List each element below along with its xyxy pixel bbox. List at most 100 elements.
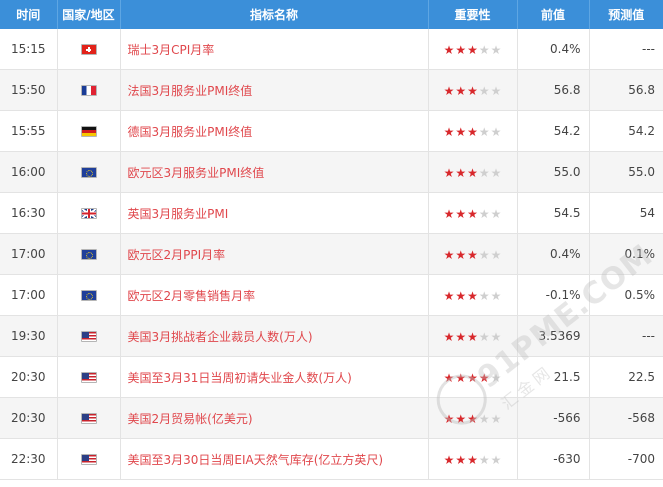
row-importance: ★ ★ ★ ★ ★: [428, 356, 518, 398]
row-forecast: 54: [589, 192, 663, 234]
star-icon: ★: [467, 83, 478, 98]
row-importance: ★ ★ ★ ★ ★: [428, 110, 518, 152]
row-event[interactable]: 法国3月服务业PMI终值: [120, 69, 429, 111]
row-previous: -630: [517, 438, 590, 480]
row-country: [57, 274, 121, 316]
star-icon: ★: [490, 411, 502, 426]
row-time: 20:30: [0, 397, 58, 439]
star-icon: ★: [455, 247, 467, 262]
row-event[interactable]: 欧元区2月零售销售月率: [120, 274, 429, 316]
star-icon: ★: [443, 124, 455, 139]
row-time: 19:30: [0, 315, 58, 357]
row-importance: ★ ★ ★ ★ ★: [428, 274, 518, 316]
star-icon: ★: [478, 370, 490, 385]
importance-stars: ★ ★ ★ ★ ★: [444, 331, 502, 343]
row-forecast: -700: [589, 438, 663, 480]
france-flag-icon: [80, 85, 97, 96]
row-time: 15:50: [0, 69, 58, 111]
row-previous: 56.8: [517, 69, 590, 111]
star-icon: ★: [490, 329, 502, 344]
star-icon: ★: [467, 124, 478, 139]
row-importance: ★ ★ ★ ★ ★: [428, 397, 518, 439]
eurozone-flag-icon: [80, 167, 97, 178]
star-icon: ★: [490, 206, 502, 221]
header-importance: 重要性: [428, 0, 518, 29]
row-previous: 21.5: [517, 356, 590, 398]
row-forecast: 55.0: [589, 151, 663, 193]
row-event[interactable]: 瑞士3月CPI月率: [120, 29, 429, 70]
row-previous: 54.2: [517, 110, 590, 152]
row-importance: ★ ★ ★ ★ ★: [428, 438, 518, 480]
row-forecast: 0.5%: [589, 274, 663, 316]
row-country: [57, 69, 121, 111]
star-icon: ★: [467, 288, 478, 303]
row-event[interactable]: 欧元区2月PPI月率: [120, 233, 429, 275]
row-time: 22:30: [0, 438, 58, 480]
importance-stars: ★ ★ ★ ★ ★: [444, 167, 502, 179]
table-row: 17:00 欧元区2月零售销售月率 ★ ★ ★ ★ ★ -0.1% 0.5%: [0, 274, 663, 316]
row-country: [57, 110, 121, 152]
row-event[interactable]: 英国3月服务业PMI: [120, 192, 429, 234]
row-time: 20:30: [0, 356, 58, 398]
star-icon: ★: [443, 411, 455, 426]
row-time: 16:30: [0, 192, 58, 234]
star-icon: ★: [490, 124, 502, 139]
star-icon: ★: [467, 247, 478, 262]
table-row: 15:15 瑞士3月CPI月率 ★ ★ ★ ★ ★ 0.4% ---: [0, 29, 663, 70]
table-row: 19:30 美国3月挑战者企业裁员人数(万人) ★ ★ ★ ★ ★ 3.5369 ---: [0, 315, 663, 357]
star-icon: ★: [467, 206, 478, 221]
row-forecast: ---: [589, 29, 663, 70]
star-icon: ★: [443, 206, 455, 221]
table-row: 16:00 欧元区3月服务业PMI终值 ★ ★ ★ ★ ★ 55.0 55.0: [0, 151, 663, 193]
row-event[interactable]: 美国至3月30日当周EIA天然气库存(亿立方英尺): [120, 438, 429, 480]
row-importance: ★ ★ ★ ★ ★: [428, 192, 518, 234]
row-forecast: 54.2: [589, 110, 663, 152]
header-event: 指标名称: [120, 0, 429, 29]
star-icon: ★: [443, 42, 455, 57]
row-country: [57, 397, 121, 439]
table-row: 22:30 美国至3月30日当周EIA天然气库存(亿立方英尺) ★ ★ ★ ★ ★ -630-…: [0, 438, 663, 480]
star-icon: ★: [490, 165, 502, 180]
table-row: 20:30 美国2月贸易帐(亿美元) ★ ★ ★ ★ ★ -566 -568: [0, 397, 663, 439]
star-icon: ★: [490, 288, 502, 303]
star-icon: ★: [455, 370, 467, 385]
star-icon: ★: [478, 247, 490, 262]
row-importance: ★ ★ ★ ★ ★: [428, 233, 518, 275]
row-event[interactable]: 美国至3月31日当周初请失业金人数(万人): [120, 356, 429, 398]
row-time: 15:15: [0, 29, 58, 70]
header-row: 时间 国家/地区 指标名称 重要性 前值 预测值: [0, 0, 663, 29]
row-forecast: 0.1%: [589, 233, 663, 275]
row-importance: ★ ★ ★ ★ ★: [428, 151, 518, 193]
star-icon: ★: [478, 124, 490, 139]
row-event[interactable]: 美国2月贸易帐(亿美元): [120, 397, 429, 439]
star-icon: ★: [443, 329, 455, 344]
star-icon: ★: [443, 452, 455, 467]
star-icon: ★: [467, 370, 478, 385]
star-icon: ★: [478, 42, 490, 57]
economic-calendar: 时间 国家/地区 指标名称 重要性 前值 预测值 15:15 瑞士3月CPI月率 ★…: [0, 0, 663, 485]
star-icon: ★: [443, 165, 455, 180]
star-icon: ★: [478, 288, 490, 303]
row-event[interactable]: 欧元区3月服务业PMI终值: [120, 151, 429, 193]
row-previous: 3.5369: [517, 315, 590, 357]
header-forecast: 预测值: [589, 0, 663, 29]
table-row: 15:50 法国3月服务业PMI终值 ★ ★ ★ ★ ★ 56.8 56.8: [0, 69, 663, 111]
importance-stars: ★ ★ ★ ★ ★: [444, 208, 502, 220]
star-icon: ★: [478, 165, 490, 180]
row-time: 17:00: [0, 233, 58, 275]
star-icon: ★: [490, 42, 502, 57]
star-icon: ★: [467, 452, 478, 467]
importance-stars: ★ ★ ★ ★ ★: [444, 85, 502, 97]
star-icon: ★: [478, 329, 490, 344]
usa-flag-icon: [80, 372, 97, 383]
germany-flag-icon: [80, 126, 97, 137]
uk-flag-icon: [80, 208, 97, 219]
row-importance: ★ ★ ★ ★ ★: [428, 69, 518, 111]
row-event[interactable]: 德国3月服务业PMI终值: [120, 110, 429, 152]
row-country: [57, 151, 121, 193]
row-event[interactable]: 美国3月挑战者企业裁员人数(万人): [120, 315, 429, 357]
usa-flag-icon: [80, 454, 97, 465]
table-row: 20:30 美国至3月31日当周初请失业金人数(万人) ★ ★ ★ ★ ★ 21.5 22.5: [0, 356, 663, 398]
row-previous: 54.5: [517, 192, 590, 234]
header-previous: 前值: [517, 0, 590, 29]
